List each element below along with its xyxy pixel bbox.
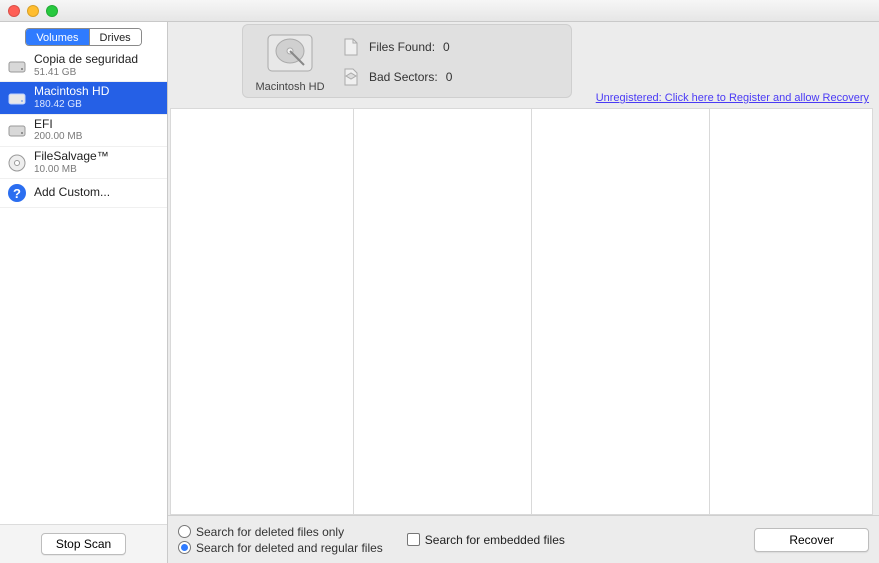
results-column-3[interactable] — [532, 108, 710, 515]
volume-size: 10.00 MB — [34, 164, 109, 176]
tab-drives[interactable]: Drives — [90, 29, 141, 45]
results-column-1[interactable] — [170, 108, 354, 515]
window-titlebar — [0, 0, 879, 22]
minimize-window-button[interactable] — [27, 5, 39, 17]
radio-icon — [178, 541, 191, 554]
drive-icon — [6, 55, 28, 77]
bad-sectors-icon — [341, 67, 361, 87]
drive-info-label: Macintosh HD — [255, 81, 324, 93]
volume-list: Copia de seguridad51.41 GB Macintosh HD1… — [0, 50, 167, 524]
register-link[interactable]: Unregistered: Click here to Register and… — [596, 92, 869, 104]
help-icon: ? — [6, 182, 28, 204]
volume-row[interactable]: EFI200.00 MB — [0, 115, 167, 147]
tab-volumes[interactable]: Volumes — [26, 29, 89, 45]
bad-sectors-label: Bad Sectors: — [369, 70, 438, 84]
add-custom-row[interactable]: ? Add Custom... — [0, 179, 167, 208]
volume-row[interactable]: FileSalvage™10.00 MB — [0, 147, 167, 179]
volume-size: 51.41 GB — [34, 67, 138, 79]
radio-deleted-only[interactable]: Search for deleted files only — [178, 525, 383, 539]
files-found-icon — [341, 37, 361, 57]
add-custom-label: Add Custom... — [34, 186, 110, 200]
zoom-window-button[interactable] — [46, 5, 58, 17]
disc-icon — [6, 152, 28, 174]
volume-name: FileSalvage™ — [34, 150, 109, 164]
results-column-2[interactable] — [354, 108, 532, 515]
bottom-toolbar: Search for deleted files only Search for… — [168, 515, 879, 563]
radio-deleted-and-regular[interactable]: Search for deleted and regular files — [178, 541, 383, 555]
files-found-label: Files Found: — [369, 40, 435, 54]
files-found-value: 0 — [443, 40, 450, 54]
volumes-drives-segmented: Volumes Drives — [25, 28, 141, 46]
search-mode-group: Search for deleted files only Search for… — [178, 525, 383, 555]
checkbox-icon — [407, 533, 420, 546]
volume-name: Copia de seguridad — [34, 53, 138, 67]
bad-sectors-value: 0 — [446, 70, 453, 84]
drive-large-icon — [262, 31, 318, 79]
volume-size: 180.42 GB — [34, 99, 109, 111]
sidebar: Volumes Drives Copia de seguridad51.41 G… — [0, 22, 168, 563]
recover-button[interactable]: Recover — [754, 528, 869, 552]
preview-pane — [710, 108, 873, 515]
drive-info-panel: Macintosh HD Files Found: 0 Bad — [242, 24, 572, 98]
volume-row[interactable]: Macintosh HD180.42 GB — [0, 82, 167, 114]
close-window-button[interactable] — [8, 5, 20, 17]
drive-icon — [6, 87, 28, 109]
volume-name: Macintosh HD — [34, 85, 109, 99]
main-pane: Macintosh HD Files Found: 0 Bad — [168, 22, 879, 563]
volume-name: EFI — [34, 118, 82, 132]
stop-scan-button[interactable]: Stop Scan — [41, 533, 126, 555]
drive-icon — [6, 119, 28, 141]
radio-label: Search for deleted and regular files — [196, 541, 383, 555]
volume-row[interactable]: Copia de seguridad51.41 GB — [0, 50, 167, 82]
embedded-files-checkbox[interactable]: Search for embedded files — [407, 533, 565, 547]
checkbox-label: Search for embedded files — [425, 533, 565, 547]
radio-label: Search for deleted files only — [196, 525, 344, 539]
radio-icon — [178, 525, 191, 538]
volume-size: 200.00 MB — [34, 131, 82, 143]
results-browser — [168, 106, 879, 515]
